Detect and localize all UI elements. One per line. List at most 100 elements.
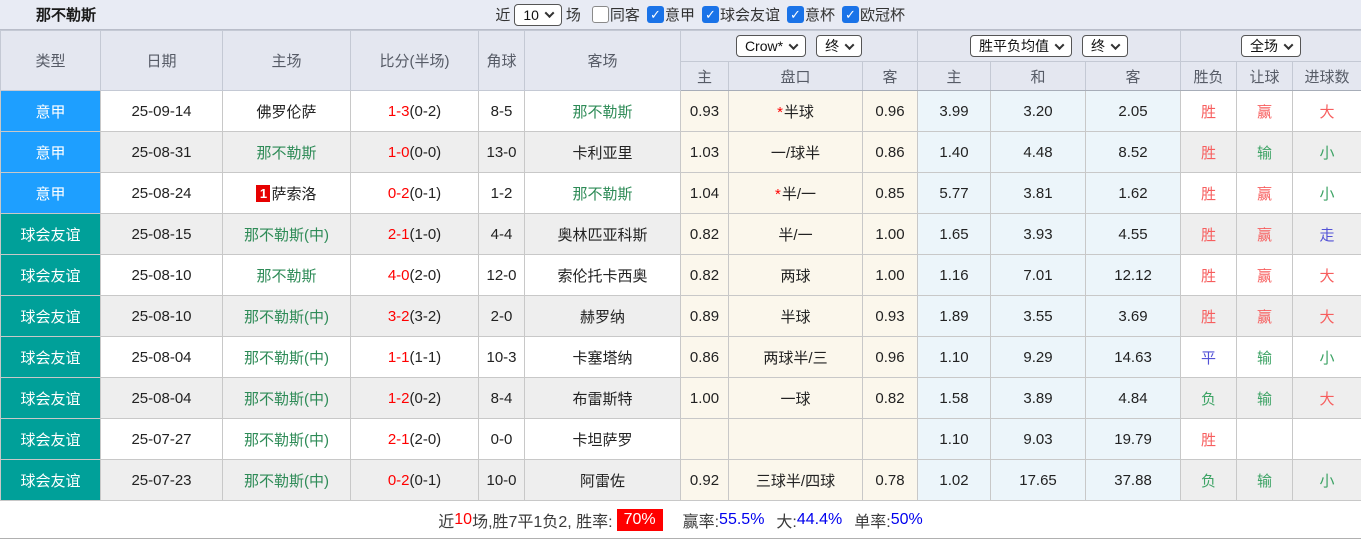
- mean-away-odds: 19.79: [1085, 418, 1182, 460]
- away-team-name[interactable]: 卡利亚里: [572, 145, 632, 162]
- filter-checkbox-champions-league[interactable]: ✓: [841, 6, 859, 23]
- win-odds-value: 55.5%: [719, 510, 765, 528]
- crow-home-odds: 0.82: [680, 254, 729, 296]
- crow-home-odds: 1.00: [680, 377, 729, 419]
- crow-away-odds: 0.82: [861, 377, 919, 419]
- crow-handicap: 半/一: [728, 213, 863, 255]
- away-team-name[interactable]: 赫罗纳: [580, 309, 625, 326]
- recent-count-select[interactable]: 10: [514, 3, 562, 26]
- home-team-name[interactable]: 那不勒斯(中): [244, 391, 329, 408]
- fulltime-score: 0-2: [387, 184, 410, 202]
- corners-cell: 10-0: [478, 459, 525, 501]
- away-team-name[interactable]: 那不勒斯: [572, 186, 632, 203]
- match-date: 25-08-10: [100, 295, 223, 337]
- home-team-name[interactable]: 那不勒斯(中): [244, 227, 329, 244]
- result-goals: 大: [1292, 295, 1361, 337]
- home-team-name[interactable]: 那不勒斯: [256, 268, 316, 285]
- home-team-name[interactable]: 那不勒斯(中): [244, 309, 329, 326]
- crow-handicap: *半球: [728, 90, 863, 132]
- crow-away-odds: 0.78: [861, 459, 919, 501]
- table-row: 球会友谊 25-08-10 那不勒斯(中) 3-2(3-2) 2-0 赫罗纳 0.89 半球 0…: [0, 295, 1361, 337]
- away-team-name[interactable]: 布雷斯特: [572, 391, 632, 408]
- crow-handicap: 两球半/三: [728, 336, 863, 378]
- corners-cell: 2-0: [478, 295, 525, 337]
- crow-away-odds: 0.85: [861, 172, 919, 214]
- mean-home-odds: 1.02: [917, 459, 992, 501]
- home-team-name[interactable]: 那不勒斯: [256, 145, 316, 162]
- fulltime-score: 2-1: [387, 430, 410, 448]
- filter-checkbox-serie-a[interactable]: ✓: [646, 6, 664, 23]
- fulltime-score: 0-2: [387, 471, 410, 489]
- home-team-cell: 1 萨索洛: [222, 172, 351, 214]
- mean-home-odds: 1.65: [917, 213, 992, 255]
- home-team-cell: 那不勒斯(中): [222, 459, 351, 501]
- away-team-name[interactable]: 阿雷佐: [580, 473, 625, 490]
- mean-home-odds: 3.99: [917, 90, 992, 132]
- scope-select[interactable]: 全场: [1241, 35, 1302, 57]
- away-team-cell: 那不勒斯: [524, 90, 681, 132]
- match-type-badge: 球会友谊: [0, 254, 101, 296]
- crow-away-odds: 0.93: [861, 295, 919, 337]
- crow-away-odds: 1.00: [861, 213, 919, 255]
- score-cell: 2-1(1-0): [350, 213, 479, 255]
- halftime-score: (0-0): [409, 143, 442, 161]
- home-team-name[interactable]: 那不勒斯(中): [244, 432, 329, 449]
- filter-checkbox-club-friendly[interactable]: ✓: [701, 6, 719, 23]
- away-team-name[interactable]: 索伦托卡西奥: [557, 268, 647, 285]
- mean-draw-odds: 17.65: [990, 459, 1087, 501]
- halftime-score: (2-0): [409, 430, 442, 448]
- away-team-cell: 那不勒斯: [524, 172, 681, 214]
- favorite-asterisk-icon: *: [777, 103, 783, 121]
- result-goals: 大: [1292, 90, 1361, 132]
- crow-home-odds: 0.92: [680, 459, 729, 501]
- filter-checkbox-coppa-italia[interactable]: ✓: [786, 6, 804, 23]
- table-row: 球会友谊 25-07-23 那不勒斯(中) 0-2(0-1) 10-0 阿雷佐 0.92 三球…: [0, 459, 1361, 501]
- big-value: 44.4%: [796, 510, 843, 528]
- away-team-name[interactable]: 奥林匹亚科斯: [557, 227, 647, 244]
- away-team-cell: 卡坦萨罗: [524, 418, 681, 460]
- match-type-badge: 意甲: [0, 90, 101, 132]
- mean-type-select[interactable]: 胜平负均值: [970, 35, 1073, 57]
- match-date: 25-07-27: [100, 418, 223, 460]
- top-bar: 那不勒斯 近 10 场 同客 ✓ 意甲 ✓ 球会友谊 ✓ 意杯 ✓ 欧冠杯: [0, 0, 1361, 30]
- result-handicap: 赢: [1236, 295, 1294, 337]
- away-team-name[interactable]: 卡塞塔纳: [572, 350, 632, 367]
- home-team-name[interactable]: 那不勒斯(中): [244, 473, 329, 490]
- home-team-name[interactable]: 佛罗伦萨: [256, 104, 316, 121]
- home-team-cell: 那不勒斯(中): [222, 377, 351, 419]
- match-type-badge: 球会友谊: [0, 459, 101, 501]
- crow-period-value: 终: [825, 38, 840, 54]
- halftime-score: (2-0): [409, 266, 442, 284]
- result-outcome: 平: [1180, 336, 1238, 378]
- col-header-mean-home: 主: [917, 61, 992, 91]
- mean-home-odds: 1.89: [917, 295, 992, 337]
- home-team-cell: 那不勒斯: [222, 254, 351, 296]
- same-away-checkbox[interactable]: [591, 6, 609, 23]
- same-away-label: 同客: [609, 7, 640, 24]
- home-team-cell: 佛罗伦萨: [222, 90, 351, 132]
- mean-home-odds: 5.77: [917, 172, 992, 214]
- away-team-name[interactable]: 卡坦萨罗: [572, 432, 632, 449]
- table-row: 球会友谊 25-08-10 那不勒斯 4-0(2-0) 12-0 索伦托卡西奥 0.82 两球…: [0, 254, 1361, 296]
- chevron-down-icon: [1110, 39, 1121, 50]
- check-icon: ✓: [705, 7, 716, 22]
- check-icon: ✓: [649, 7, 661, 22]
- result-goals: 大: [1292, 377, 1361, 419]
- mean-draw-odds: 3.20: [990, 90, 1087, 132]
- favorite-asterisk-icon: *: [774, 185, 781, 203]
- result-group-header: 全场: [1180, 30, 1361, 62]
- mean-period-select[interactable]: 终: [1082, 35, 1129, 57]
- home-team-name[interactable]: 那不勒斯(中): [244, 350, 329, 367]
- match-date: 25-08-04: [100, 377, 223, 419]
- home-team-name[interactable]: 萨索洛: [271, 186, 316, 203]
- home-team-cell: 那不勒斯(中): [222, 336, 351, 378]
- footer-recent-count: 10: [454, 510, 473, 528]
- match-date: 25-07-23: [100, 459, 223, 501]
- table-row: 意甲 25-08-24 1 萨索洛 0-2(0-1) 1-2 那不勒斯 1.04 *半/一 0.8…: [0, 172, 1361, 214]
- mean-draw-odds: 3.55: [990, 295, 1087, 337]
- crow-away-odds: 0.96: [861, 90, 919, 132]
- crow-period-select[interactable]: 终: [816, 35, 863, 57]
- bookmaker-select[interactable]: Crow*: [735, 35, 807, 57]
- away-team-name[interactable]: 那不勒斯: [572, 104, 632, 121]
- col-header-date: 日期: [100, 30, 223, 91]
